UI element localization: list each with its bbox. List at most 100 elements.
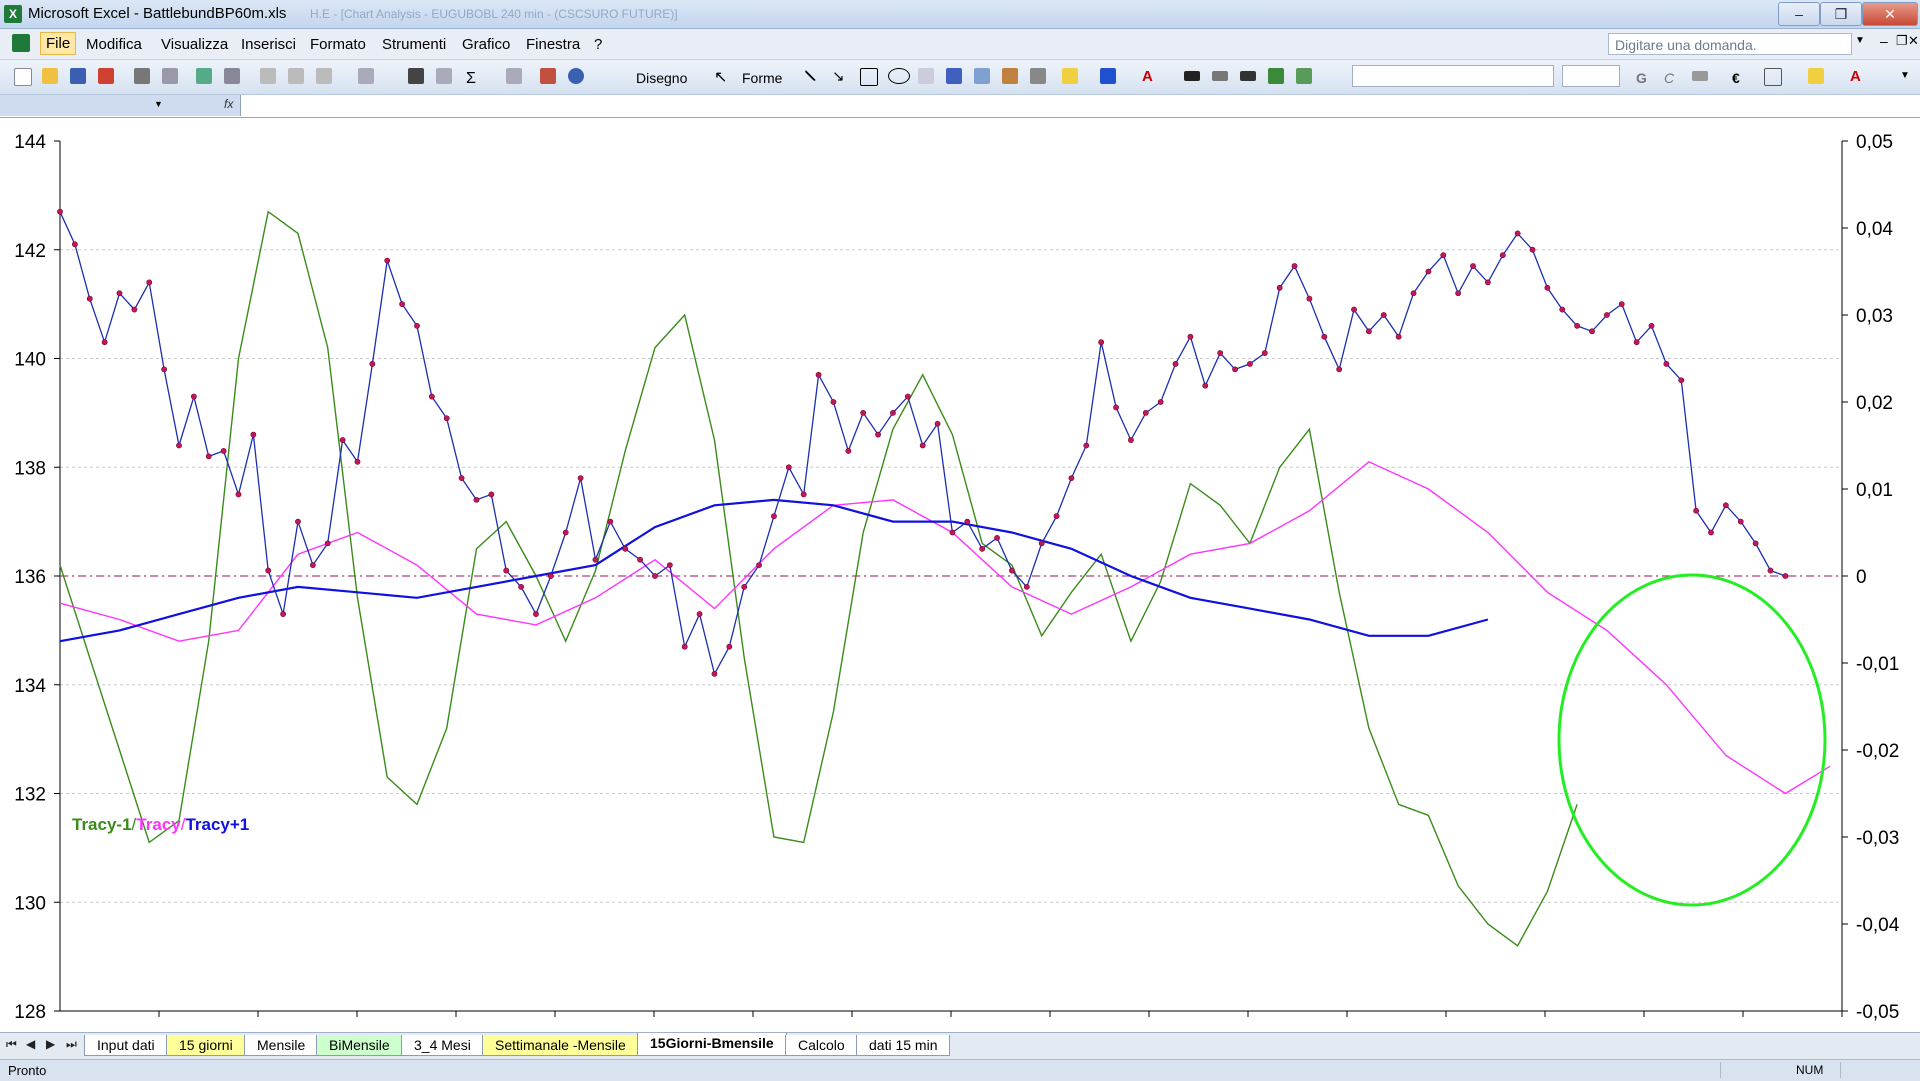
price-point: [652, 573, 658, 579]
sheet-tab[interactable]: 15Giorni-Bmensile: [637, 1033, 787, 1056]
rectangle-icon[interactable]: [860, 68, 878, 86]
permission-icon[interactable]: [98, 68, 114, 84]
sheet-tab[interactable]: 15 giorni: [166, 1035, 246, 1056]
align-icon[interactable]: [1692, 71, 1708, 81]
font-size-select[interactable]: [1562, 65, 1620, 87]
menu-grafico[interactable]: Grafico: [462, 36, 510, 53]
chevron-down-icon[interactable]: ▼: [154, 99, 163, 109]
sheet-tab-bar: ⏮ ◀ ▶ ⏭ Input dati 15 giorni Mensile BiMens…: [0, 1032, 1920, 1059]
highlight-fill-icon[interactable]: [1808, 68, 1824, 84]
open-icon[interactable]: [42, 68, 58, 84]
sheet-tab[interactable]: dati 15 min: [856, 1035, 951, 1056]
menu-help[interactable]: ?: [594, 36, 602, 53]
currency-button[interactable]: €: [1732, 70, 1740, 86]
price-point: [1782, 573, 1789, 579]
italic-button[interactable]: C: [1664, 70, 1674, 86]
y-right-tick-label: -0,03: [1856, 828, 1899, 849]
status-text: Pronto: [8, 1063, 47, 1078]
next-sheet-icon[interactable]: ▶: [46, 1037, 55, 1051]
refresh-icon[interactable]: [436, 68, 452, 84]
font-name-select[interactable]: [1352, 65, 1554, 87]
cut-icon[interactable]: [260, 68, 276, 84]
price-point: [131, 306, 138, 313]
font-color-icon[interactable]: A: [1142, 68, 1153, 85]
first-sheet-icon[interactable]: ⏮: [6, 1037, 17, 1052]
line-icon[interactable]: [804, 64, 822, 82]
sheet-tab[interactable]: Input dati: [84, 1035, 168, 1056]
doc-minimize-button[interactable]: –: [1880, 33, 1888, 49]
shapes-menu[interactable]: Forme: [742, 70, 782, 86]
help-icon[interactable]: [568, 68, 584, 84]
text-box-icon[interactable]: [918, 68, 934, 84]
name-box[interactable]: ▼: [0, 95, 241, 116]
borders-icon[interactable]: [1764, 68, 1782, 86]
diagram-icon[interactable]: [974, 68, 990, 84]
sheet-tab[interactable]: Mensile: [244, 1035, 319, 1056]
save-icon[interactable]: [70, 68, 86, 84]
select-objects-icon[interactable]: ↖: [714, 67, 727, 87]
chevron-down-icon[interactable]: ▼: [1855, 35, 1865, 46]
research-icon[interactable]: [224, 68, 240, 84]
sheet-tab[interactable]: Calcolo: [785, 1035, 858, 1056]
autosum-icon[interactable]: Σ: [466, 70, 476, 88]
wordart-icon[interactable]: [946, 68, 962, 84]
excel-icon[interactable]: X: [4, 5, 22, 23]
menu-modifica[interactable]: Modifica: [86, 36, 142, 53]
price-point: [384, 257, 391, 264]
chart-wizard-icon[interactable]: [540, 68, 556, 84]
picture-icon[interactable]: [1030, 68, 1046, 84]
bold-button[interactable]: G: [1636, 70, 1647, 86]
menu-visualizza[interactable]: Visualizza: [161, 36, 228, 53]
font-color-2-icon[interactable]: A: [1850, 68, 1861, 85]
price-point: [904, 393, 911, 400]
fill-color-icon[interactable]: [1062, 68, 1078, 84]
copy-icon[interactable]: [288, 68, 304, 84]
menu-file[interactable]: File: [40, 32, 77, 55]
shadow-icon[interactable]: [1268, 68, 1284, 84]
close-button[interactable]: ✕: [1862, 2, 1918, 26]
fx-icon[interactable]: fx: [224, 97, 233, 111]
paste-icon[interactable]: [316, 68, 332, 84]
menu-inserisci[interactable]: Inserisci: [241, 36, 296, 53]
arrow-icon[interactable]: ↘: [832, 67, 845, 85]
spelling-icon[interactable]: [196, 68, 212, 84]
print-preview-icon[interactable]: [162, 68, 178, 84]
oval-icon[interactable]: [888, 68, 910, 84]
sheet-tab[interactable]: 3_4 Mesi: [401, 1035, 484, 1056]
help-search-input[interactable]: Digitare una domanda.: [1608, 33, 1852, 55]
undo-icon[interactable]: [358, 68, 374, 84]
price-point: [1737, 518, 1744, 525]
new-icon[interactable]: [14, 68, 32, 86]
chart-svg[interactable]: 144 142 140 138 136 134 132 130 128 0,05 0,04 0,03 0…: [0, 118, 1920, 1031]
last-sheet-icon[interactable]: ⏭: [66, 1037, 77, 1052]
y-left-tick-label: 132: [14, 785, 46, 806]
print-icon[interactable]: [134, 68, 150, 84]
hyperlink-icon[interactable]: [408, 68, 424, 84]
tracy-line: [59, 460, 1831, 795]
chart-area[interactable]: 144 142 140 138 136 134 132 130 128 0,05 0,04 0,03 0…: [0, 118, 1920, 1031]
price-point: [1514, 230, 1521, 237]
arrow-style-icon[interactable]: [1240, 71, 1256, 81]
sort-icon[interactable]: [506, 68, 522, 84]
sheet-tab[interactable]: BiMensile: [316, 1035, 403, 1056]
menu-strumenti[interactable]: Strumenti: [382, 36, 446, 53]
price-point: [1752, 540, 1759, 547]
menu-finestra[interactable]: Finestra: [526, 36, 580, 53]
3d-icon[interactable]: [1296, 68, 1312, 84]
doc-close-button[interactable]: ✕: [1908, 33, 1919, 49]
clipart-icon[interactable]: [1002, 68, 1018, 84]
workbook-icon[interactable]: [12, 34, 30, 52]
y-left-tick-label: 134: [14, 676, 46, 697]
sheet-tab[interactable]: Settimanale -Mensile: [482, 1035, 639, 1056]
line-style-icon[interactable]: [1184, 71, 1200, 81]
line-color-icon[interactable]: [1100, 68, 1116, 84]
doc-restore-button[interactable]: ❐: [1896, 33, 1908, 49]
menu-formato[interactable]: Formato: [310, 36, 366, 53]
maximize-button[interactable]: ❐: [1820, 2, 1862, 26]
toolbar-options-icon[interactable]: ▼: [1900, 70, 1910, 81]
formula-input[interactable]: [242, 95, 1920, 116]
minimize-button[interactable]: –: [1778, 2, 1820, 26]
prev-sheet-icon[interactable]: ◀: [26, 1037, 35, 1051]
draw-menu[interactable]: Disegno: [636, 70, 687, 86]
dash-style-icon[interactable]: [1212, 71, 1228, 81]
